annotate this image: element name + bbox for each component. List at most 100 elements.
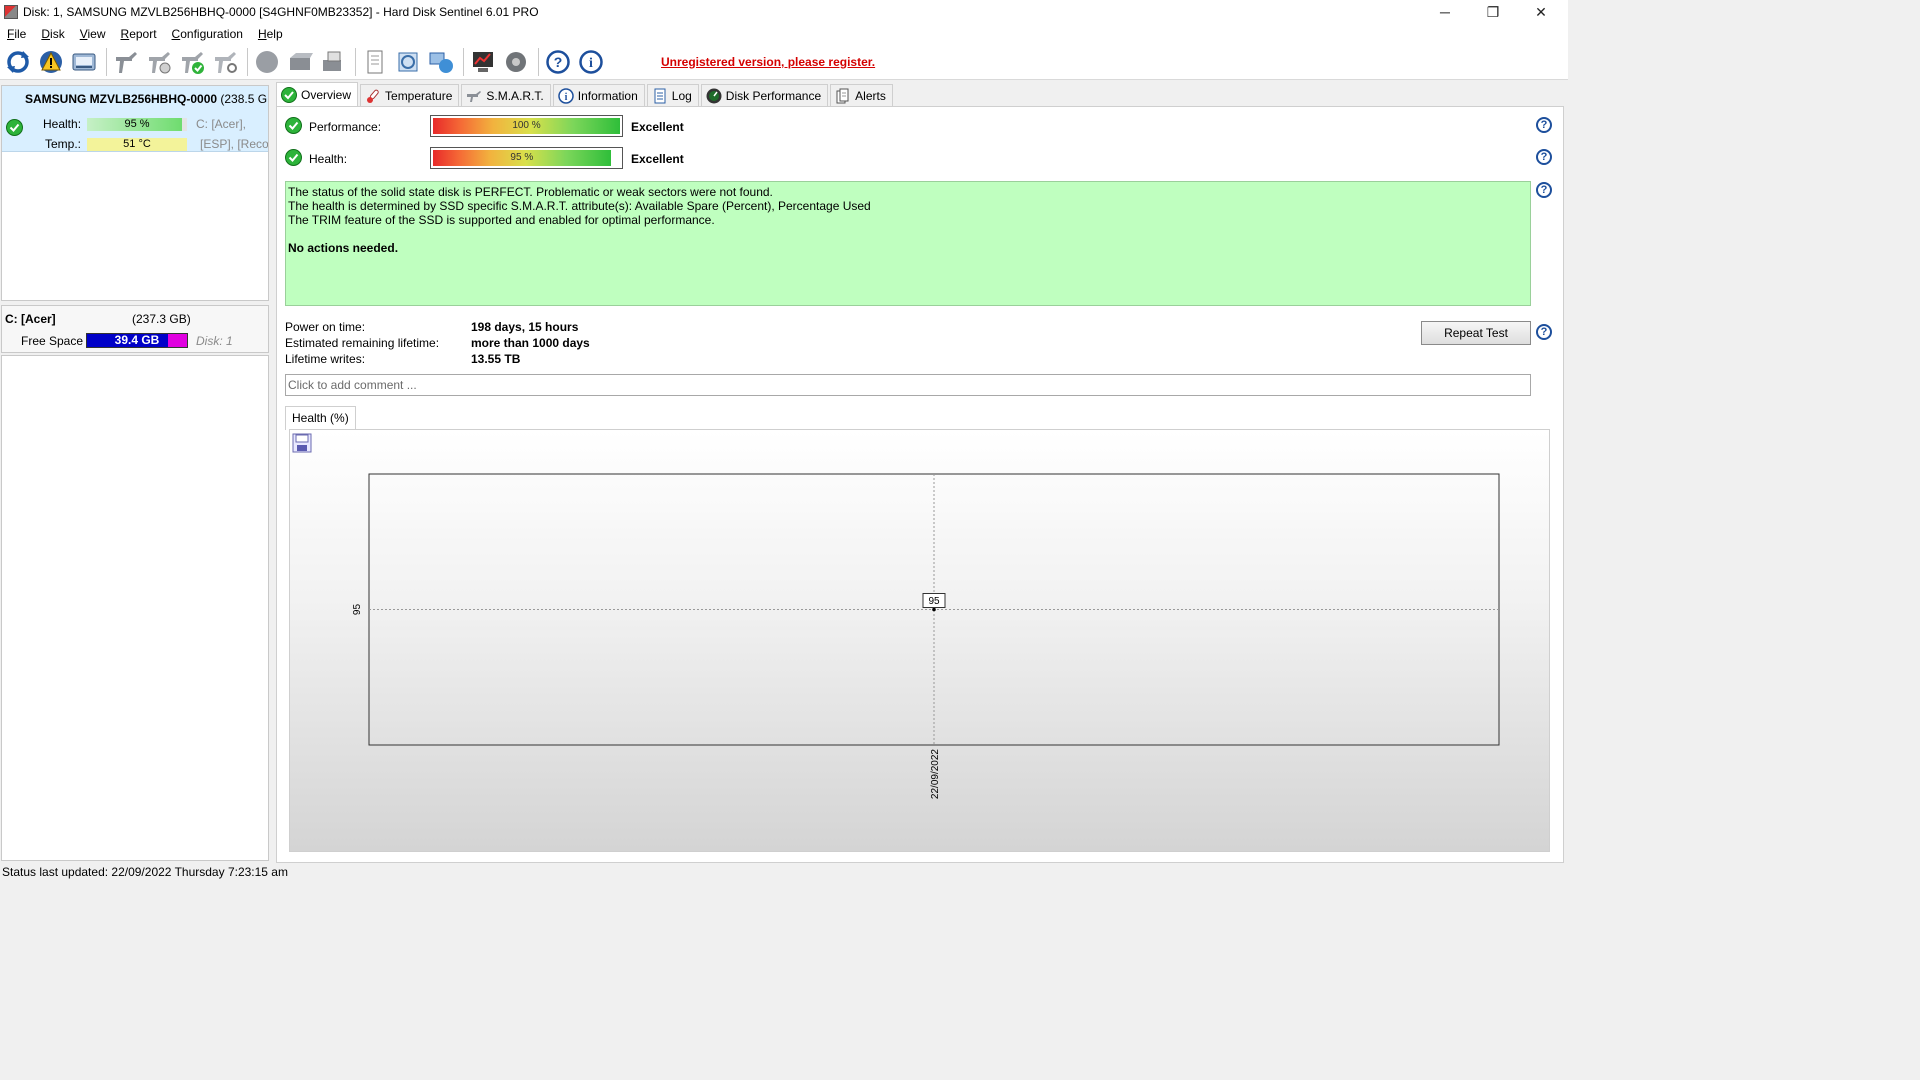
register-link[interactable]: Unregistered version, please register.: [661, 55, 875, 69]
performance-value: 100 %: [512, 120, 541, 131]
status-description: The status of the solid state disk is PE…: [285, 181, 1531, 306]
send-icon[interactable]: [393, 47, 423, 77]
tab-alerts[interactable]: Alerts: [830, 84, 893, 106]
ok-check-icon: [281, 86, 297, 103]
report-icon[interactable]: [360, 47, 390, 77]
toolbar-separator: [106, 47, 107, 76]
remaining-lifetime-value: more than 1000 days: [471, 336, 590, 350]
window-title: Disk: 1, SAMSUNG MZVLB256HBHQ-0000 [S4GH…: [23, 5, 539, 19]
data-label: 95: [928, 596, 940, 607]
menu-configuration-label: onfiguration: [180, 27, 243, 41]
power-on-value: 198 days, 15 hours: [471, 320, 579, 334]
performance-help-icon[interactable]: ?: [1536, 117, 1552, 133]
tab-alerts-label: Alerts: [855, 88, 886, 103]
y-tick-label: 95: [352, 604, 363, 616]
disk-drive-icon[interactable]: [69, 47, 99, 77]
health-help-icon[interactable]: ?: [1536, 149, 1552, 165]
app-disk-icon: [4, 5, 18, 19]
printer-icon[interactable]: [318, 47, 348, 77]
wrench-icon[interactable]: [111, 47, 141, 77]
volume-disk: Disk: 1: [196, 334, 233, 348]
remaining-lifetime-label: Estimated remaining lifetime:: [285, 336, 440, 350]
menu-disk[interactable]: Disk: [36, 27, 69, 41]
menu-view-key: V: [79, 27, 88, 41]
tab-log-label: Log: [671, 88, 692, 103]
minimize-button[interactable]: ─: [1422, 0, 1468, 24]
svg-text:i: i: [589, 56, 593, 71]
disk-size: (238.5 G: [220, 92, 268, 106]
thermometer-icon: [365, 88, 381, 104]
health-bar-fill: 95 %: [433, 150, 611, 166]
free-space-bar: 39.4 GB: [86, 333, 188, 348]
tab-information[interactable]: i Information: [552, 84, 645, 106]
disk-temp-label: Temp.:: [45, 137, 82, 151]
disk-health-label: Health:: [43, 117, 82, 131]
power-on-label: Power on time:: [285, 320, 366, 334]
tab-health-graph[interactable]: Health (%): [285, 406, 356, 430]
menu-view-label: iew: [87, 27, 106, 41]
tab-temperature[interactable]: Temperature: [360, 84, 460, 106]
toolbar: ? i Unregistered version, please registe…: [0, 44, 1568, 80]
health-value: 95 %: [510, 152, 534, 163]
volume-entry[interactable]: C: [Acer] (237.3 GB) Free Space 39.4 GB …: [1, 305, 269, 353]
menu-file-label: ile: [14, 27, 27, 41]
menu-help-key: H: [257, 27, 267, 41]
alert-icon[interactable]: [36, 47, 66, 77]
toolbar-separator: [247, 47, 248, 76]
toolbar-separator: [355, 47, 356, 76]
health-bar: 95 %: [430, 147, 623, 169]
wrench-settings-icon[interactable]: [210, 47, 240, 77]
free-space-label: Free Space: [21, 334, 84, 348]
disk-temp-bar: 51 °C: [87, 138, 187, 151]
status-help-icon[interactable]: ?: [1536, 182, 1552, 198]
health-label: Health:: [309, 152, 348, 166]
disk-entry[interactable]: SAMSUNG MZVLB256HBHQ-0000 (238.5 G Healt…: [2, 86, 268, 152]
performance-label: Performance:: [309, 120, 382, 134]
repeat-test-button[interactable]: Repeat Test: [1421, 321, 1531, 345]
volume-name: C: [Acer]: [5, 312, 56, 326]
performance-bar: 100 %: [430, 115, 623, 137]
tab-smart[interactable]: S.M.A.R.T.: [461, 84, 551, 106]
repeat-test-help-icon[interactable]: ?: [1536, 324, 1552, 340]
refresh-icon[interactable]: [3, 47, 33, 77]
comment-field[interactable]: Click to add comment ...: [285, 374, 1531, 396]
close-button[interactable]: ✕: [1518, 0, 1564, 24]
test-icon[interactable]: [144, 47, 174, 77]
disk-name: SAMSUNG MZVLB256HBHQ-0000: [25, 92, 218, 106]
speaker-icon[interactable]: [501, 47, 531, 77]
tab-information-label: Information: [577, 88, 638, 103]
server-icon[interactable]: [285, 47, 315, 77]
tab-log[interactable]: Log: [646, 84, 699, 106]
menu-configuration[interactable]: Configuration: [167, 27, 248, 41]
disk-list: SAMSUNG MZVLB256HBHQ-0000 (238.5 G Healt…: [1, 85, 269, 301]
tab-bar: Overview Temperature S.M.A.R.T. i Inform…: [276, 82, 895, 106]
performance-ok-icon: [285, 117, 302, 134]
tab-overview[interactable]: Overview: [276, 82, 359, 106]
wrench-check-icon[interactable]: [177, 47, 207, 77]
disk-health-value: 95 %: [124, 118, 150, 130]
health-rating: Excellent: [631, 152, 684, 166]
health-ok-icon: [6, 119, 23, 136]
circle-icon[interactable]: [252, 47, 282, 77]
x-tick-label: 22/09/2022: [930, 749, 941, 799]
menu-file[interactable]: File: [2, 27, 31, 41]
disk-list-panel: SAMSUNG MZVLB256HBHQ-0000 (238.5 G Healt…: [0, 83, 271, 863]
status-line: The status of the solid state disk is PE…: [288, 185, 773, 199]
save-icon[interactable]: [292, 433, 312, 453]
menu-report-label: eport: [129, 27, 157, 41]
toolbar-separator: [538, 47, 539, 76]
menu-help-label: elp: [266, 27, 283, 41]
info-icon[interactable]: i: [576, 47, 606, 77]
info-disk-icon: i: [557, 87, 574, 104]
network-icon[interactable]: [426, 47, 456, 77]
tab-disk-performance[interactable]: Disk Performance: [700, 84, 829, 106]
help-icon[interactable]: ?: [543, 47, 573, 77]
maximize-button[interactable]: ❐: [1470, 0, 1516, 24]
lifetime-writes-value: 13.55 TB: [471, 352, 521, 366]
menu-help[interactable]: Help: [253, 27, 288, 41]
chart-monitor-icon[interactable]: [468, 47, 498, 77]
menu-report[interactable]: Report: [116, 27, 162, 41]
svg-text:?: ?: [554, 54, 563, 70]
menu-view[interactable]: View: [75, 27, 111, 41]
performance-rating: Excellent: [631, 120, 684, 134]
